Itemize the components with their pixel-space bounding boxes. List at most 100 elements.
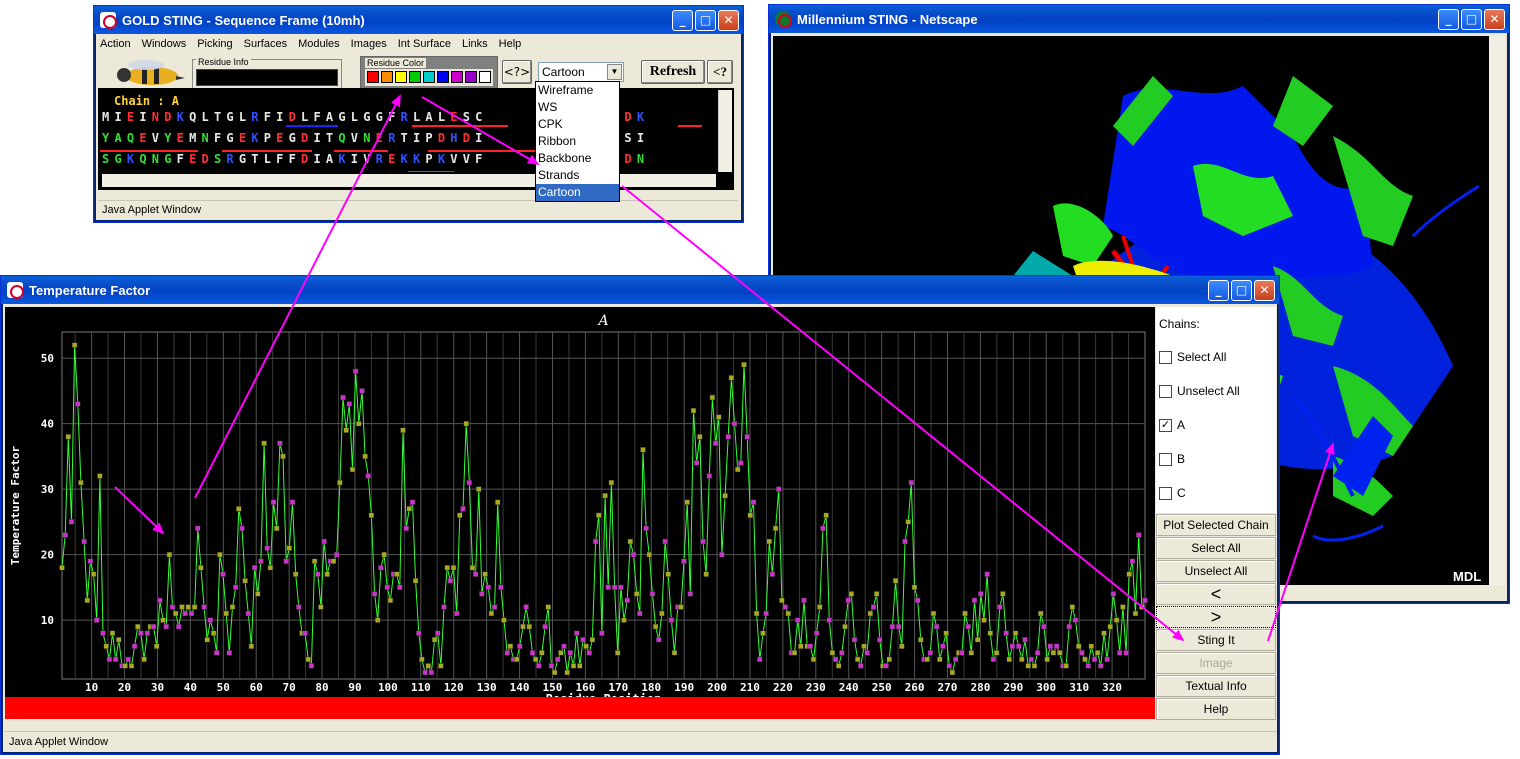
previous-button[interactable]: < [1156,583,1276,605]
data-point [766,538,773,545]
sequence-panel[interactable]: Chain : A MIEINDKQLTGLRFIDLFAGLGGFRLALES… [98,88,734,190]
menu-help[interactable]: Help [499,38,522,50]
help-button[interactable]: <?> [502,60,532,84]
menu-int-surface[interactable]: Int Surface [398,38,451,50]
data-point [416,630,422,636]
unselect-all-button[interactable]: Unselect All [1156,560,1276,582]
next-button[interactable]: > [1156,606,1276,628]
color-swatch[interactable] [479,71,491,83]
close-icon[interactable]: ✕ [718,9,739,31]
data-point [845,597,851,604]
select-all-button[interactable]: Select All [1156,537,1276,559]
sequence-hscroll[interactable] [102,174,716,187]
data-point [630,551,637,558]
color-swatch[interactable] [437,71,449,83]
data-point [476,486,482,492]
data-point [526,623,533,630]
data-point [384,584,390,591]
data-point [646,551,653,558]
data-point [801,597,807,604]
sequence-frame-window: GOLD STING - Sequence Frame (10mh) _ □ ✕… [93,5,744,223]
dropdown-option-ribbon[interactable]: Ribbon [536,133,619,150]
menu-surfaces[interactable]: Surfaces [244,38,287,50]
plot-selected-chain-button[interactable]: Plot Selected Chain [1156,514,1276,536]
data-point [273,525,280,532]
data-point [242,578,248,584]
netscape-title: Millennium STING - Netscape [797,11,978,27]
maximize-icon[interactable]: □ [1231,279,1252,301]
chains-panel: Chains: Select All Unselect All ✓ A B C [1156,307,1276,513]
sequence-titlebar[interactable]: GOLD STING - Sequence Frame (10mh) _ □ ✕ [94,6,743,34]
dropdown-option-strands[interactable]: Strands [536,167,619,184]
x-tick-label: 10 [85,681,98,694]
dropdown-option-wireframe[interactable]: Wireframe [536,82,619,99]
netscape-titlebar[interactable]: Millennium STING - Netscape _ □ ✕ [769,5,1509,33]
data-point [905,519,911,525]
menu-links[interactable]: Links [462,38,488,50]
color-swatch[interactable] [409,71,421,83]
color-swatch[interactable] [465,71,477,83]
data-point [409,499,416,505]
dropdown-option-cpk[interactable]: CPK [536,116,619,133]
help-button[interactable]: Help [1156,698,1276,720]
minimize-icon[interactable]: _ [672,9,693,31]
maximize-icon[interactable]: □ [695,9,716,31]
chevron-down-icon[interactable]: ▼ [607,64,622,80]
x-tick-label: 110 [411,681,431,694]
minimize-icon[interactable]: _ [1208,279,1229,301]
close-icon[interactable]: ✕ [1254,279,1275,301]
data-point [747,512,754,519]
render-style-select[interactable]: Cartoon ▼ [538,62,624,82]
menu-windows[interactable]: Windows [142,38,187,50]
menu-images[interactable]: Images [351,38,387,50]
menu-picking[interactable]: Picking [197,38,232,50]
data-point [315,571,321,577]
checkbox-select-all[interactable] [1159,351,1172,364]
data-point [1104,656,1110,663]
minimize-icon[interactable]: _ [1438,8,1459,30]
color-swatch[interactable] [451,71,463,83]
data-point [649,591,656,597]
data-point [659,610,665,617]
data-point [1038,610,1044,617]
dropdown-option-ws[interactable]: WS [536,99,619,116]
checkbox-c[interactable] [1159,487,1172,500]
checkbox-a[interactable]: ✓ [1159,419,1172,432]
data-point [438,663,444,669]
data-point [573,630,580,636]
data-point [204,636,210,643]
data-point [1120,604,1126,610]
netscape-vscroll[interactable] [1489,36,1505,586]
help2-button[interactable]: <? [707,60,733,84]
menu-action[interactable]: Action [100,38,131,50]
data-point [820,525,826,532]
data-point [877,636,883,643]
tf-titlebar[interactable]: Temperature Factor _ □ ✕ [1,276,1279,304]
color-swatch[interactable] [367,71,379,83]
data-point [400,427,406,433]
dropdown-option-cartoon[interactable]: Cartoon [536,184,619,201]
menu-modules[interactable]: Modules [298,38,340,50]
checkbox-b[interactable] [1159,453,1172,466]
data-point [270,499,277,505]
color-swatch[interactable] [381,71,393,83]
data-point [431,636,438,643]
data-point [166,551,173,558]
maximize-icon[interactable]: □ [1461,8,1482,30]
data-point [959,650,965,656]
data-point [892,578,899,584]
checkbox-unselect-all[interactable] [1159,385,1172,398]
sequence-vscroll[interactable] [718,90,732,172]
data-point [65,434,72,440]
color-swatch[interactable] [395,71,407,83]
x-tick-label: 100 [378,681,398,694]
textual-info-button[interactable]: Textual Info [1156,675,1276,697]
data-point [775,486,782,492]
color-swatch[interactable] [423,71,435,83]
refresh-button[interactable]: Refresh [641,60,705,84]
data-point [618,584,624,591]
close-icon[interactable]: ✕ [1484,8,1505,30]
dropdown-option-backbone[interactable]: Backbone [536,150,619,167]
data-point [81,538,87,545]
sting-it-button[interactable]: Sting It [1156,629,1276,651]
